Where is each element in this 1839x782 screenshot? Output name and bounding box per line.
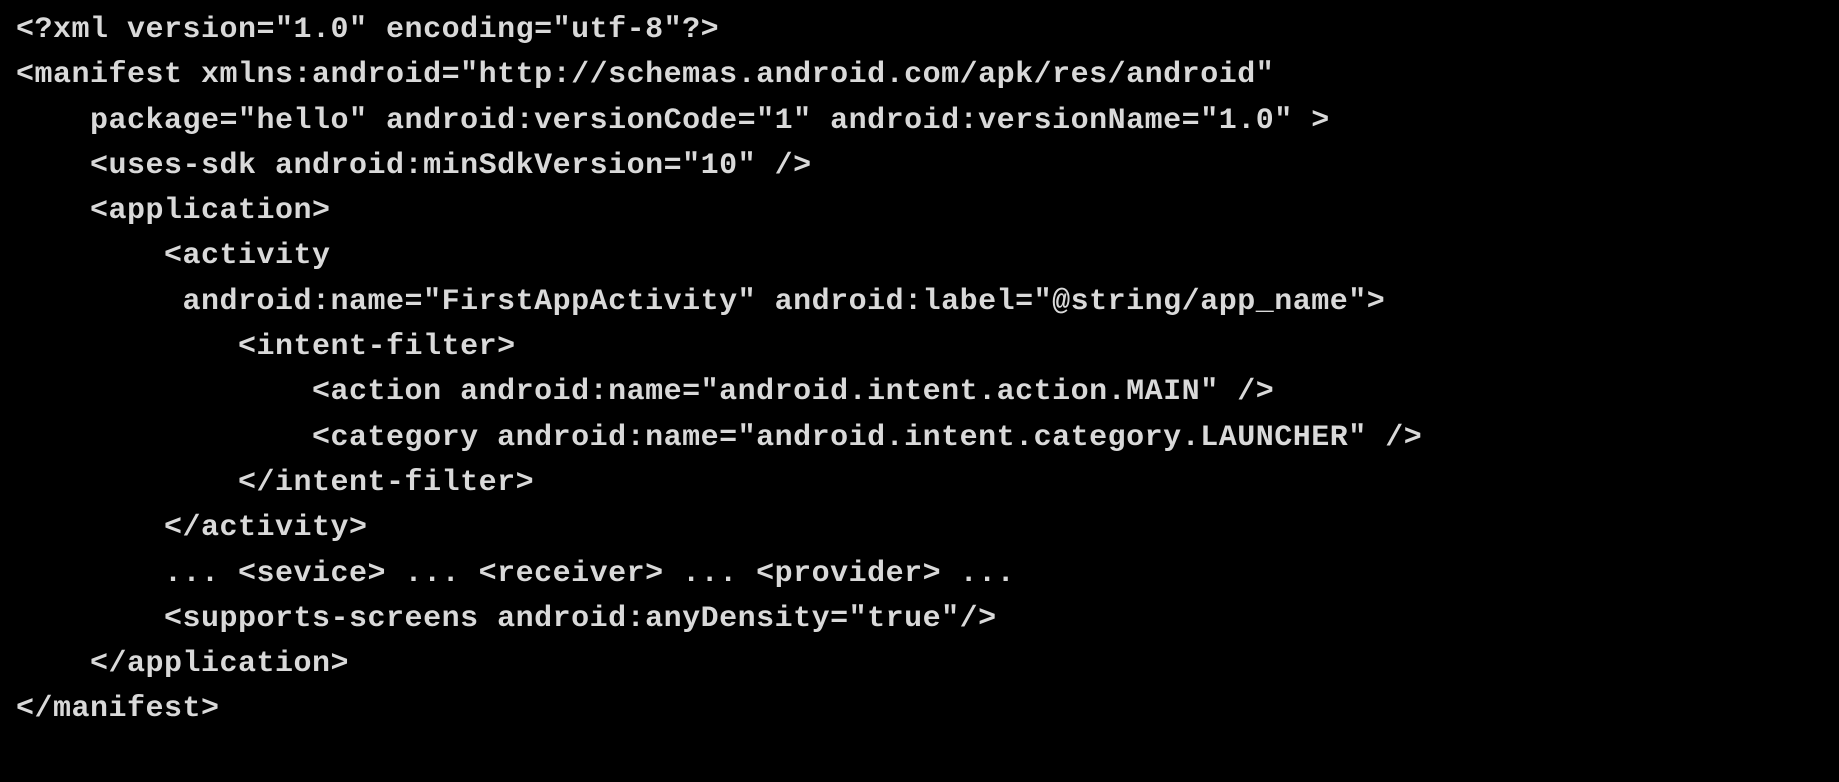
- code-line: <application>: [16, 194, 331, 228]
- code-line: </application>: [16, 647, 349, 681]
- code-line: android:name="FirstAppActivity" android:…: [16, 285, 1385, 319]
- code-line: </manifest>: [16, 692, 220, 726]
- code-line: <activity: [16, 239, 331, 273]
- code-line: <?xml version="1.0" encoding="utf-8"?>: [16, 13, 719, 47]
- code-line: </intent-filter>: [16, 466, 534, 500]
- code-line: </activity>: [16, 511, 368, 545]
- code-line: <action android:name="android.intent.act…: [16, 375, 1274, 409]
- code-line: <intent-filter>: [16, 330, 516, 364]
- xml-code-block: <?xml version="1.0" encoding="utf-8"?> <…: [0, 0, 1839, 741]
- code-line: <supports-screens android:anyDensity="tr…: [16, 602, 997, 636]
- code-line: <category android:name="android.intent.c…: [16, 421, 1422, 455]
- code-line: <uses-sdk android:minSdkVersion="10" />: [16, 149, 812, 183]
- code-line: ... <sevice> ... <receiver> ... <provide…: [16, 557, 1015, 591]
- code-line: package="hello" android:versionCode="1" …: [16, 104, 1330, 138]
- code-line: <manifest xmlns:android="http://schemas.…: [16, 58, 1274, 92]
